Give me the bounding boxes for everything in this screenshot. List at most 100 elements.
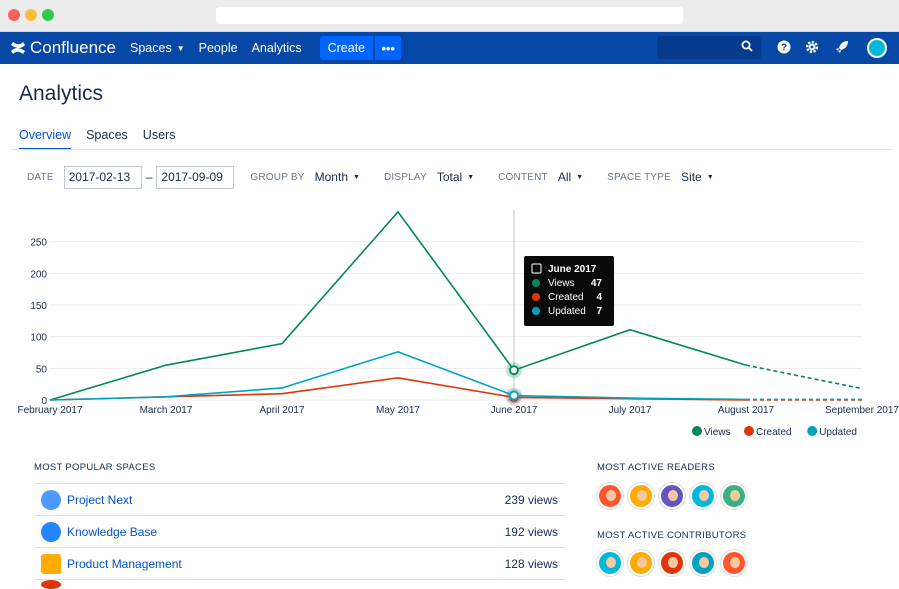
legend-label: Created bbox=[756, 427, 792, 438]
nav-analytics[interactable]: Analytics bbox=[252, 41, 302, 55]
close-window-button[interactable] bbox=[8, 9, 20, 21]
tabs-divider bbox=[12, 149, 892, 150]
minimize-window-button[interactable] bbox=[25, 9, 37, 21]
legend-swatch bbox=[807, 426, 818, 436]
y-tick-label: 50 bbox=[36, 364, 48, 375]
x-tick-label: April 2017 bbox=[259, 405, 304, 416]
tooltip-value: 47 bbox=[591, 278, 603, 289]
reader-avatar[interactable] bbox=[659, 483, 685, 509]
chevron-down-icon: ▼ bbox=[467, 173, 475, 181]
tooltip-swatch bbox=[532, 307, 540, 315]
reader-avatar[interactable] bbox=[690, 483, 716, 509]
chevron-down-icon: ▼ bbox=[176, 43, 185, 53]
space-name[interactable]: Project Next bbox=[67, 493, 505, 507]
top-navigation: Confluence Spaces ▼ People Analytics Crea… bbox=[0, 32, 899, 64]
svg-text:?: ? bbox=[781, 43, 787, 54]
display-label: DISPLAY bbox=[383, 171, 427, 183]
y-tick-label: 200 bbox=[30, 269, 47, 280]
content-dropdown[interactable]: All ▼ bbox=[558, 170, 583, 184]
confluence-logo[interactable]: Confluence bbox=[10, 38, 116, 58]
space-type-dropdown[interactable]: Site ▼ bbox=[681, 170, 714, 184]
space-icon bbox=[41, 579, 61, 589]
reader-avatar[interactable] bbox=[628, 483, 654, 509]
y-tick-label: 100 bbox=[30, 333, 47, 344]
address-bar[interactable] bbox=[216, 7, 683, 24]
legend-swatch bbox=[744, 426, 754, 436]
contributor-avatar[interactable] bbox=[628, 550, 654, 576]
tooltip-value: 4 bbox=[596, 292, 602, 303]
create-button[interactable]: Create bbox=[319, 36, 374, 60]
series-line-views bbox=[49, 210, 747, 401]
chevron-down-icon: ▼ bbox=[353, 173, 360, 181]
space-type-value: Site bbox=[681, 170, 702, 184]
display-value: Total bbox=[436, 170, 463, 184]
content-value: All bbox=[557, 170, 572, 184]
tooltip-label: Created bbox=[548, 292, 584, 303]
space-views: 239 views bbox=[504, 492, 558, 507]
y-tick-label: 150 bbox=[30, 301, 47, 312]
tooltip-swatch bbox=[532, 293, 540, 301]
space-row[interactable]: Knowledge Base 192 views bbox=[34, 515, 566, 547]
filter-bar: DATE 2017-02-13 – 2017-09-09 GROUP BY Mo… bbox=[27, 165, 714, 189]
nav-people-label: People bbox=[198, 41, 238, 55]
group-by-label: GROUP BY bbox=[250, 171, 305, 183]
search-icon bbox=[741, 40, 753, 52]
nav-people[interactable]: People bbox=[199, 41, 238, 55]
nav-spaces[interactable]: Spaces ▼ bbox=[130, 41, 185, 55]
x-tick-label: May 2017 bbox=[376, 405, 420, 416]
date-range-separator: – bbox=[145, 170, 153, 184]
most-active-contributors-title: MOST ACTIVE CONTRIBUTORS bbox=[597, 530, 747, 541]
contributor-avatar[interactable] bbox=[659, 550, 685, 576]
tooltip-swatch bbox=[532, 279, 540, 287]
date-to-field[interactable]: 2017-09-09 bbox=[156, 165, 235, 189]
space-row[interactable]: Project Next 239 views bbox=[34, 483, 566, 515]
contributor-avatar[interactable] bbox=[597, 550, 623, 576]
help-icon[interactable]: ? bbox=[777, 40, 791, 54]
product-management-space-icon bbox=[41, 553, 61, 574]
space-row[interactable]: Product Management 128 views bbox=[34, 547, 566, 579]
analytics-tabs: Overview Spaces Users bbox=[19, 128, 190, 150]
knowledge-base-space-icon bbox=[41, 521, 61, 542]
tooltip-value: 7 bbox=[596, 306, 602, 317]
display-dropdown[interactable]: Total ▼ bbox=[437, 170, 474, 184]
app-name: Confluence bbox=[30, 38, 117, 57]
maximize-window-button[interactable] bbox=[42, 9, 54, 21]
chevron-down-icon: ▼ bbox=[706, 173, 714, 181]
most-active-readers-title: MOST ACTIVE READERS bbox=[597, 462, 715, 473]
x-tick-label: August 2017 bbox=[718, 405, 775, 416]
x-tick-label: September 2017 bbox=[825, 405, 899, 416]
contributor-avatar[interactable] bbox=[721, 550, 747, 576]
group-by-dropdown[interactable]: Month ▼ bbox=[315, 170, 360, 184]
date-from-field[interactable]: 2017-02-13 bbox=[63, 165, 142, 189]
notifications-rocket-icon[interactable] bbox=[835, 40, 849, 54]
nav-spaces-label: Spaces bbox=[130, 41, 172, 55]
space-views: 192 views bbox=[504, 524, 558, 539]
tab-users[interactable]: Users bbox=[143, 128, 176, 150]
confluence-logo-icon bbox=[11, 42, 25, 54]
date-filter-label: DATE bbox=[27, 171, 54, 183]
chevron-down-icon: ▼ bbox=[576, 173, 584, 181]
readers-avatar-list bbox=[597, 483, 752, 509]
nav-analytics-label: Analytics bbox=[251, 41, 302, 55]
space-type-label: SPACE TYPE bbox=[607, 171, 672, 183]
more-create-button[interactable]: ••• bbox=[375, 36, 402, 60]
legend-swatch bbox=[692, 426, 702, 436]
space-name[interactable]: Product Management bbox=[67, 557, 505, 571]
search-input[interactable] bbox=[657, 36, 761, 59]
tab-overview[interactable]: Overview bbox=[19, 128, 72, 150]
user-avatar[interactable] bbox=[867, 38, 887, 58]
space-name[interactable]: Knowledge Base bbox=[67, 525, 505, 539]
settings-gear-icon[interactable] bbox=[805, 40, 819, 54]
tab-spaces[interactable]: Spaces bbox=[86, 128, 128, 150]
content-label: CONTENT bbox=[498, 171, 548, 183]
project-next-space-icon bbox=[41, 489, 61, 510]
reader-avatar[interactable] bbox=[597, 483, 623, 509]
legend-label: Updated bbox=[819, 427, 857, 438]
contributor-avatar[interactable] bbox=[690, 550, 716, 576]
legend-label: Views bbox=[704, 427, 731, 438]
series-line-updated bbox=[49, 351, 747, 401]
reader-avatar[interactable] bbox=[721, 483, 747, 509]
space-row[interactable] bbox=[34, 579, 566, 589]
group-by-value: Month bbox=[314, 170, 348, 184]
browser-chrome bbox=[0, 0, 899, 32]
